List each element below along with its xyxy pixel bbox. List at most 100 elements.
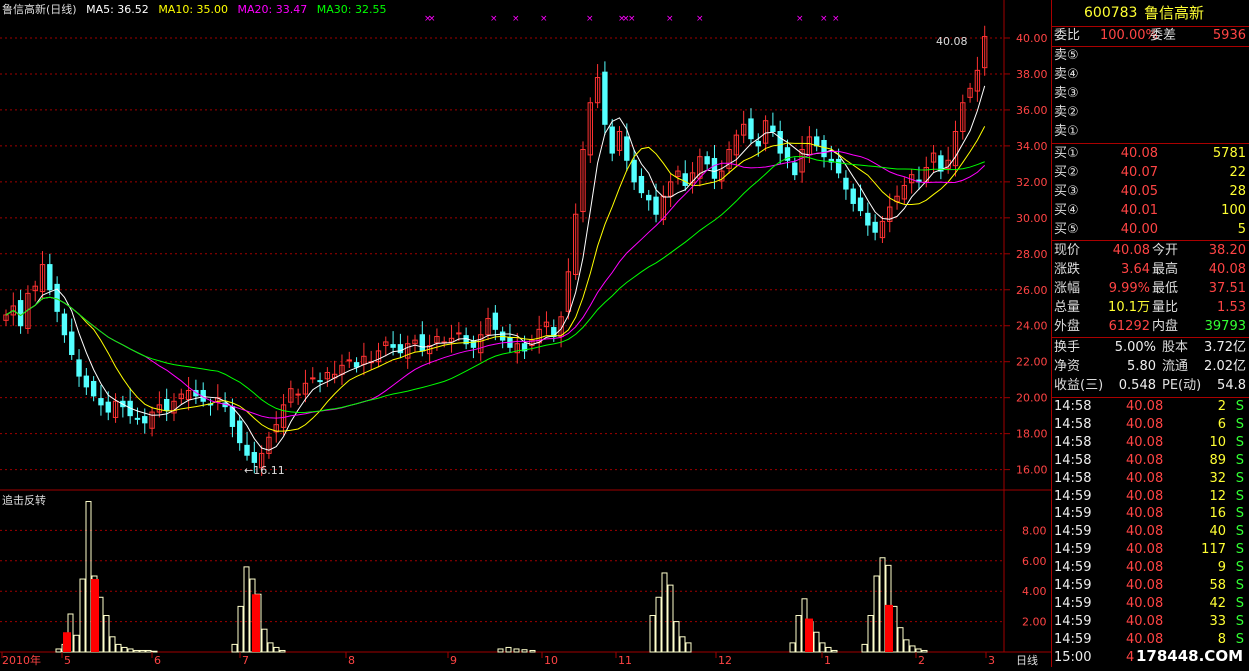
tick-volume: 6 xyxy=(1217,416,1226,432)
tick-price: 40.08 xyxy=(1126,399,1164,414)
x-tick-label: 5 xyxy=(64,654,71,667)
buy-volume: 28 xyxy=(1229,184,1246,199)
tick-volume: 8 xyxy=(1217,631,1226,647)
fund-value-2: 2.02亿 xyxy=(1204,359,1246,374)
candle-body xyxy=(755,140,761,147)
indicator-bar xyxy=(831,649,838,653)
tick-volume: 117 xyxy=(1201,542,1226,558)
signal-marker: × xyxy=(490,14,498,24)
signal-marker: × xyxy=(832,14,840,24)
tick-volume: 16 xyxy=(1209,506,1226,522)
vol-tick-label: 6.00 xyxy=(1022,555,1047,568)
tick-side: S xyxy=(1235,595,1244,611)
tick-volume: 9 xyxy=(1217,560,1226,576)
signal-marker: × xyxy=(696,14,704,24)
tick-volume: 12 xyxy=(1209,488,1226,504)
indicator-bar xyxy=(789,642,796,653)
indicator-bar xyxy=(825,646,832,653)
signal-marker: × xyxy=(586,14,594,24)
indicator-bar xyxy=(795,615,802,653)
quote-value-1: 10.1万 xyxy=(1108,300,1150,315)
tick-row: 14:59 40.08 58 S xyxy=(1052,577,1248,595)
indicator-bar xyxy=(655,596,662,653)
vol-tick-label: 2.00 xyxy=(1022,616,1047,629)
indicator-bar xyxy=(237,605,244,653)
sell-row: 卖② xyxy=(1052,104,1248,122)
tick-row: 14:59 40.08 40 S xyxy=(1052,523,1248,541)
candle-body xyxy=(850,188,856,204)
indicator-bar xyxy=(79,578,86,653)
weibi-label: 委比 xyxy=(1054,28,1081,43)
price-tick-label: 20.00 xyxy=(1016,392,1048,405)
tick-time: 14:59 xyxy=(1054,595,1092,611)
ma30-line xyxy=(5,156,985,413)
price-tick-label: 32.00 xyxy=(1016,176,1048,189)
fund-row: 收益(三) 0.548 PE(动) 54.8 xyxy=(1052,377,1248,395)
candle-body xyxy=(711,157,718,179)
tick-volume: 32 xyxy=(1209,470,1226,486)
signal-marker: × xyxy=(628,14,636,24)
candle-body xyxy=(843,177,849,190)
indicator-bar xyxy=(127,648,134,653)
indicator-bar xyxy=(873,575,880,653)
tick-side: S xyxy=(1235,488,1244,504)
candle-body xyxy=(69,331,75,356)
sell-level-label: 卖② xyxy=(1054,105,1079,120)
signal-marker: × xyxy=(512,14,520,24)
buy-price: 40.00 xyxy=(1120,222,1158,237)
indicator-bar xyxy=(139,649,146,653)
price-tick-label: 34.00 xyxy=(1016,140,1048,153)
x-tick-label: 2 xyxy=(918,654,925,667)
quote-label-2: 内盘 xyxy=(1152,319,1179,334)
candle-body xyxy=(777,131,783,154)
tick-side: S xyxy=(1235,470,1244,486)
quote-value-1: 40.08 xyxy=(1112,243,1150,258)
indicator-bar xyxy=(915,648,922,653)
candle-body xyxy=(317,380,323,383)
ma30-value: MA30: 32.55 xyxy=(316,3,387,16)
tick-row: 14:58 40.08 6 S xyxy=(1052,416,1248,434)
buy-level-label: 买⑤ xyxy=(1054,222,1079,237)
quote-value-1: 61292 xyxy=(1108,319,1150,334)
buy-row: 买④ 40.01 100 xyxy=(1052,202,1248,220)
sell-level-label: 卖① xyxy=(1054,124,1079,139)
indicator-bar xyxy=(55,648,62,653)
low-annotation: ←16.11 xyxy=(244,464,285,477)
sell-row: 卖⑤ xyxy=(1052,47,1248,65)
tick-row: 14:59 40.08 9 S xyxy=(1052,559,1248,577)
candle-body xyxy=(653,196,659,215)
indicator-bar xyxy=(151,650,158,653)
indicator-bar xyxy=(145,649,152,653)
tick-time: 14:59 xyxy=(1054,560,1092,576)
buy-level-label: 买② xyxy=(1054,165,1079,180)
buy-price: 40.07 xyxy=(1120,165,1158,180)
indicator-red-bar xyxy=(805,618,813,652)
indicator-bar xyxy=(861,643,868,653)
tick-time: 14:58 xyxy=(1054,452,1092,468)
chart-legend: 鲁信高新(日线) MA5: 36.52 MA10: 35.00 MA20: 33… xyxy=(2,1,392,17)
candle-body xyxy=(419,334,426,352)
quote-label-1: 外盘 xyxy=(1054,319,1081,334)
tick-time: 14:59 xyxy=(1054,506,1092,522)
kline-svg[interactable]: 40.0038.0036.0034.0032.0030.0028.0026.00… xyxy=(0,0,1051,667)
kline-chart-area[interactable]: 40.00 38.00 36.00 34.00 32.00 30.00 28.00 26.00… xyxy=(0,0,1051,667)
quote-row: 现价 40.08 今开 38.20 xyxy=(1052,242,1248,260)
indicator-bar xyxy=(679,636,686,653)
indicator-bar xyxy=(897,627,904,653)
quote-value-2: 1.53 xyxy=(1217,300,1246,315)
indicator-bar xyxy=(819,642,826,653)
indicator-bar xyxy=(231,643,238,653)
fund-row: 净资 5.80 流通 2.02亿 xyxy=(1052,358,1248,376)
candle-body xyxy=(638,175,645,194)
candle-body xyxy=(76,359,82,377)
buy-row: 买⑤ 40.00 5 xyxy=(1052,221,1248,239)
watermark: 178448.COM xyxy=(1133,647,1245,665)
tick-row: 14:59 40.08 16 S xyxy=(1052,505,1248,523)
buy-row: 买③ 40.05 28 xyxy=(1052,183,1248,201)
candle-body xyxy=(792,162,798,176)
indicator-bar xyxy=(279,649,286,653)
tick-time: 14:59 xyxy=(1054,613,1092,629)
quote-label-1: 涨跌 xyxy=(1054,262,1081,277)
weicha-label: 委差 xyxy=(1150,28,1177,43)
candle-body xyxy=(456,332,462,335)
